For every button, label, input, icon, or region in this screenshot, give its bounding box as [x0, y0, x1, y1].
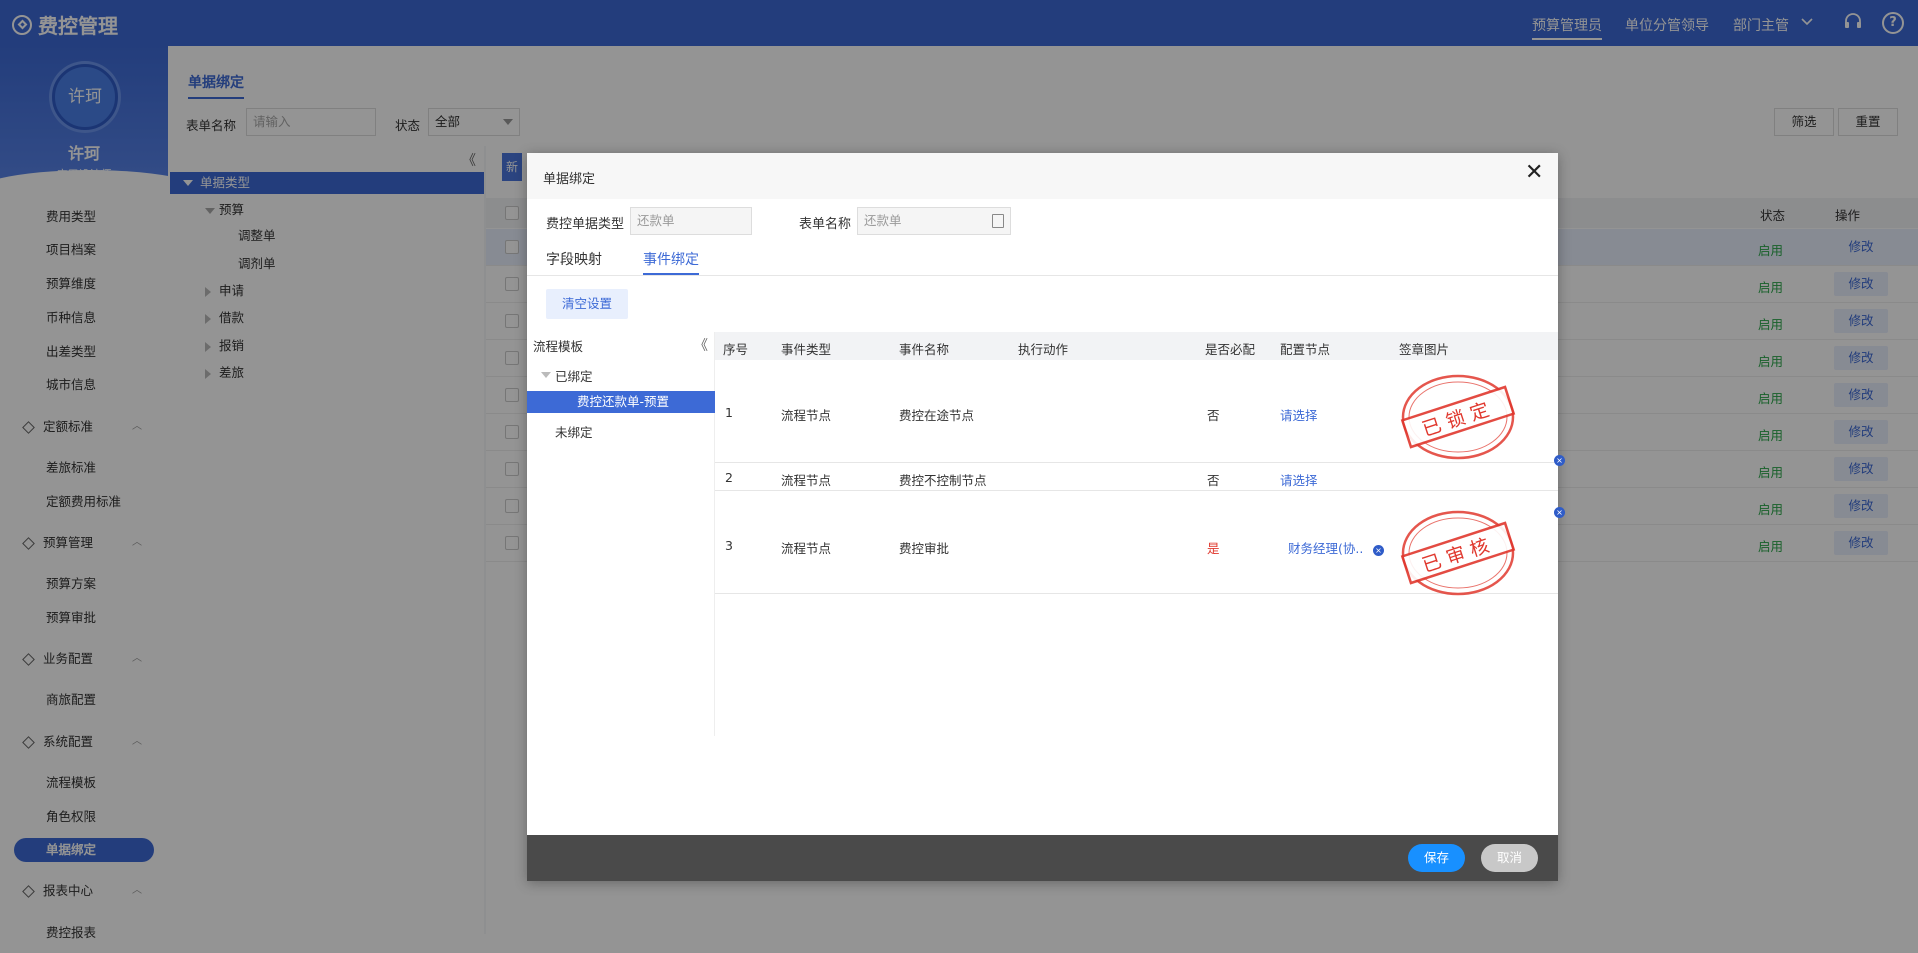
col-event-type: 事件类型 [781, 342, 832, 357]
caret-down-icon[interactable] [541, 372, 551, 383]
col-event-name: 事件名称 [899, 342, 950, 357]
doc-type-field[interactable]: 还款单 [630, 207, 752, 235]
doc-binding-dialog: 单据绑定 ✕ 费控单据类型 还款单 表单名称 还款单 字段映射 事件绑定 清空设… [527, 153, 1565, 881]
tab-field-mapping[interactable]: 字段映射 [546, 249, 602, 269]
collapse-icon[interactable]: 《 [694, 335, 708, 355]
tree-node-selected-template[interactable]: 费控还款单-预置 [527, 391, 715, 413]
tab-divider [527, 275, 1558, 276]
cell-event-name: 费控在途节点 [899, 408, 975, 423]
col-required: 是否必配 [1205, 342, 1256, 357]
cell-event-type: 流程节点 [781, 408, 832, 423]
dialog-title: 单据绑定 [543, 172, 596, 187]
col-stamp-image: 签章图片 [1399, 342, 1450, 357]
col-no: 序号 [723, 342, 749, 357]
remove-stamp-icon[interactable]: × [1554, 507, 1565, 518]
dialog-header [527, 153, 1558, 199]
table-row [715, 463, 1558, 491]
close-icon[interactable]: ✕ [1525, 162, 1543, 184]
calculator-icon[interactable] [992, 214, 1004, 228]
flow-template-title: 流程模板 [533, 339, 584, 354]
remove-node-icon[interactable]: × [1373, 545, 1384, 556]
cell-event-type: 流程节点 [781, 473, 832, 488]
form-name-value: 还款单 [864, 213, 902, 228]
cell-required: 否 [1207, 473, 1220, 488]
cell-event-name: 费控不控制节点 [899, 473, 987, 488]
stamp-image-locked[interactable]: 已锁定 [1398, 372, 1518, 460]
col-config-node: 配置节点 [1280, 342, 1331, 357]
cancel-button[interactable]: 取消 [1481, 844, 1538, 872]
form-name-field[interactable]: 还款单 [857, 207, 1011, 235]
col-action: 执行动作 [1018, 342, 1069, 357]
cell-no: 1 [725, 405, 733, 420]
save-button[interactable]: 保存 [1408, 844, 1465, 872]
cell-event-name: 费控审批 [899, 541, 950, 556]
cell-no: 2 [725, 470, 733, 485]
config-node-value[interactable]: 财务经理(协.. [1288, 538, 1363, 557]
cell-no: 3 [725, 538, 733, 553]
cell-event-type: 流程节点 [781, 541, 832, 556]
doc-type-label: 费控单据类型 [546, 217, 625, 232]
cell-required: 是 [1207, 541, 1220, 556]
clear-settings-button[interactable]: 清空设置 [546, 289, 628, 319]
form-name-label: 表单名称 [799, 217, 852, 232]
cell-required: 否 [1207, 408, 1220, 423]
select-node-link[interactable]: 请选择 [1280, 470, 1318, 489]
select-node-link[interactable]: 请选择 [1280, 405, 1318, 424]
tab-event-binding[interactable]: 事件绑定 [643, 249, 699, 275]
tree-node-unbound[interactable]: 未绑定 [555, 422, 593, 441]
dialog-footer [527, 835, 1558, 881]
stamp-image-approved[interactable]: 已审核 [1398, 508, 1518, 596]
tree-node-bound[interactable]: 已绑定 [555, 366, 593, 385]
